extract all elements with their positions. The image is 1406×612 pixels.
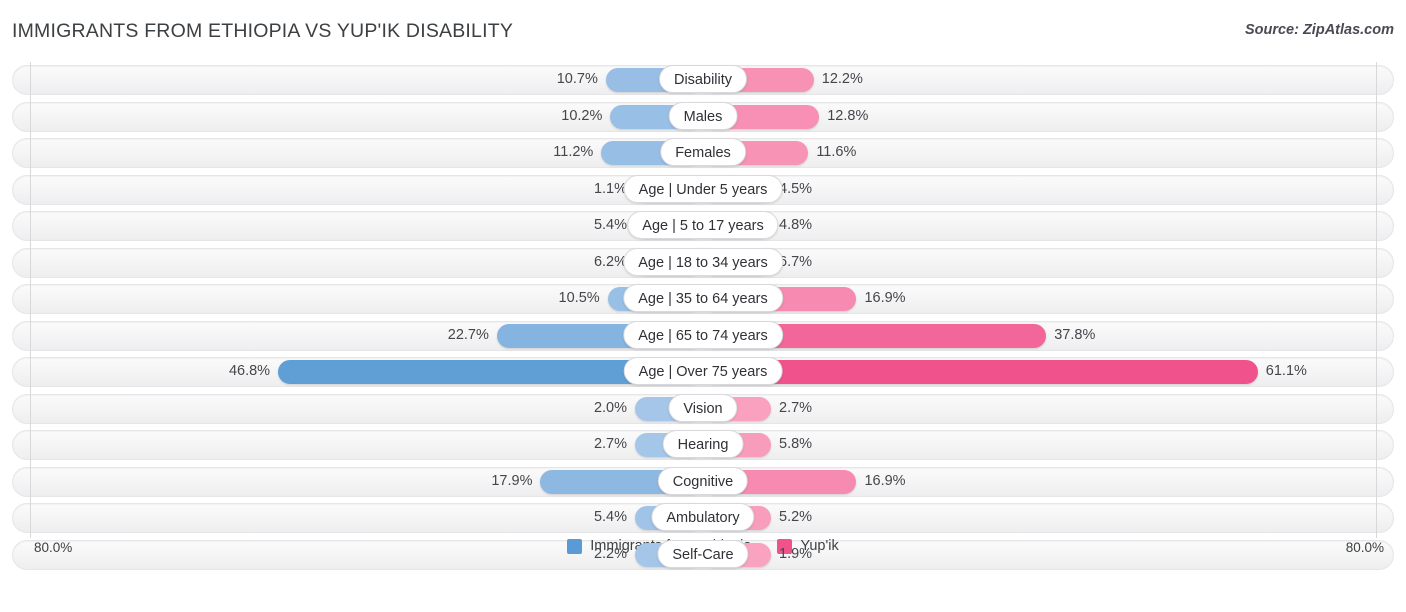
value-label-right: 1.9% xyxy=(779,545,813,562)
source-attribution: Source: ZipAtlas.com xyxy=(1244,22,1394,38)
value-label-left: 6.2% xyxy=(593,253,627,270)
category-label-pill: Females xyxy=(660,138,746,166)
category-label-pill: Males xyxy=(668,101,738,130)
value-label-left: 17.9% xyxy=(491,472,533,489)
category-label-pill: Age | 65 to 74 years xyxy=(623,320,783,349)
category-label-pill: Cognitive xyxy=(657,466,749,495)
page-title: IMMIGRANTS FROM ETHIOPIA VS YUP'IK DISAB… xyxy=(12,20,514,42)
value-label-right: 37.8% xyxy=(1054,326,1096,343)
chart-row: 5.4% 4.8% Age | 5 to 17 years xyxy=(0,208,1406,245)
value-label-left: 22.7% xyxy=(447,326,489,343)
chart-row: 6.2% 6.7% Age | 18 to 34 years xyxy=(0,245,1406,282)
value-label-right: 16.9% xyxy=(864,290,906,306)
chart-row: 46.8% 61.1% Age | Over 75 years xyxy=(0,354,1406,391)
chart-row: 2.7% 5.8% Hearing xyxy=(0,427,1406,464)
chart-rows: 10.7% 12.2% Disability 10.2% 12.8% Males 11.2%… xyxy=(0,62,1406,573)
category-label-pill: Age | 35 to 64 years xyxy=(623,284,783,312)
category-label-pill: Age | 18 to 34 years xyxy=(623,247,783,276)
value-label-left: 2.0% xyxy=(593,399,627,416)
chart-row: 11.2% 11.6% Females xyxy=(0,135,1406,172)
category-label-pill: Vision xyxy=(668,393,738,422)
category-label-pill: Age | Over 75 years xyxy=(623,357,783,385)
chart-row: 10.5% 16.9% Age | 35 to 64 years xyxy=(0,281,1406,318)
chart-plot-area: 10.7% 12.2% Disability 10.2% 12.8% Males 11.2%… xyxy=(0,62,1406,574)
value-label-right: 2.7% xyxy=(779,399,813,416)
value-label-right: 12.2% xyxy=(821,71,863,87)
category-label-pill: Age | Under 5 years xyxy=(623,174,783,203)
value-label-left: 11.2% xyxy=(553,144,594,160)
value-label-right: 16.9% xyxy=(864,472,906,489)
chart-page: IMMIGRANTS FROM ETHIOPIA VS YUP'IK DISAB… xyxy=(0,0,1406,612)
chart-row: 10.2% 12.8% Males xyxy=(0,99,1406,136)
chart-row: 2.0% 2.7% Vision xyxy=(0,391,1406,428)
value-label-right: 61.1% xyxy=(1265,363,1307,379)
category-label-pill: Age | 5 to 17 years xyxy=(627,211,779,239)
value-label-left: 2.7% xyxy=(593,436,627,452)
value-label-left: 5.4% xyxy=(593,217,627,233)
axis-line-right xyxy=(1376,62,1377,538)
chart-row: 22.7% 37.8% Age | 65 to 74 years xyxy=(0,318,1406,355)
value-label-left: 5.4% xyxy=(593,509,627,525)
value-label-left: 1.1% xyxy=(593,180,627,197)
value-label-right: 5.8% xyxy=(779,436,813,452)
value-label-left: 10.2% xyxy=(561,107,603,124)
value-label-right: 5.2% xyxy=(779,509,813,525)
bar-yupik xyxy=(703,360,1258,384)
value-label-right: 12.8% xyxy=(827,107,869,124)
value-label-left: 2.2% xyxy=(593,545,627,562)
value-label-right: 4.5% xyxy=(779,180,813,197)
chart-row: 17.9% 16.9% Cognitive xyxy=(0,464,1406,501)
chart-row: 10.7% 12.2% Disability xyxy=(0,62,1406,99)
chart-row: 5.4% 5.2% Ambulatory xyxy=(0,500,1406,537)
value-label-left: 10.7% xyxy=(556,71,598,87)
category-label-pill: Ambulatory xyxy=(651,503,755,531)
axis-line-left xyxy=(30,62,31,538)
value-label-right: 6.7% xyxy=(779,253,813,270)
value-label-left: 46.8% xyxy=(228,363,271,379)
legend-swatch-icon xyxy=(567,538,583,554)
chart-row: 1.1% 4.5% Age | Under 5 years xyxy=(0,172,1406,209)
category-label-pill: Hearing xyxy=(662,430,744,458)
value-label-left: 10.5% xyxy=(558,290,600,306)
value-label-right: 11.6% xyxy=(816,144,857,160)
category-label-pill: Self-Care xyxy=(657,539,749,568)
value-label-right: 4.8% xyxy=(779,217,813,233)
category-label-pill: Disability xyxy=(658,65,748,93)
